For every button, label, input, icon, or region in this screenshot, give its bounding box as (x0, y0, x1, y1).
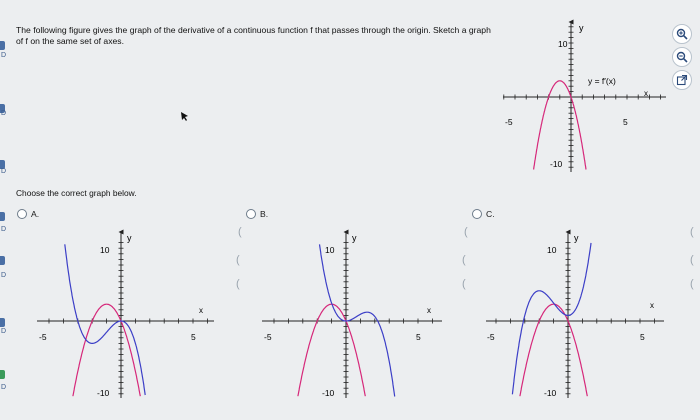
option-a-letter: A. (31, 209, 40, 219)
option-c[interactable]: C. (472, 209, 495, 219)
zoom-out-icon (676, 51, 688, 63)
derivative-curve (519, 303, 588, 397)
scroll-mark: ( (236, 254, 240, 266)
zoom-out-button[interactable] (672, 47, 692, 67)
y-tick-label: -10 (550, 159, 563, 169)
x-axis-label: x (427, 306, 431, 315)
graphs-layer: y x -5 5 10 -10 y = f′(x) y x -5 5 10 -1… (37, 19, 666, 398)
option-c-radio[interactable] (472, 209, 482, 219)
derivative-curve (533, 80, 587, 170)
option-a[interactable]: A. (17, 209, 39, 219)
x-axis-label: x (199, 306, 203, 315)
option-c-letter: C. (486, 209, 495, 219)
y-axis-label: y (574, 233, 579, 243)
scroll-mark: ( (690, 278, 694, 290)
x-tick-label: 5 (416, 332, 421, 342)
candidate-f-curve (318, 244, 396, 397)
popout-button[interactable] (672, 70, 692, 90)
x-tick-label: -5 (505, 117, 513, 127)
choose-prompt: Choose the correct graph below. (16, 188, 137, 198)
axis-ticks (495, 242, 655, 395)
y-axis-label: y (579, 23, 584, 33)
x-axis-label: x (650, 301, 654, 310)
candidate-f-curve (64, 244, 146, 396)
y-axis-label: y (352, 233, 357, 243)
scroll-mark: ( (690, 254, 694, 266)
option-b[interactable]: B. (246, 209, 268, 219)
y-tick-label: -10 (544, 388, 557, 398)
option-a-radio[interactable] (17, 209, 27, 219)
scroll-mark: ( (462, 278, 466, 290)
homework-page: D D D D D D D The following figure gives… (0, 0, 700, 420)
x-tick-label: 5 (623, 117, 628, 127)
x-axis-label: x (644, 89, 648, 98)
popout-icon (676, 74, 688, 86)
x-tick-label: -5 (264, 332, 272, 342)
scroll-mark: ( (236, 278, 240, 290)
y-axis-label: y (127, 233, 132, 243)
zoom-in-icon (676, 28, 688, 40)
scroll-mark: ( (464, 226, 468, 238)
y-tick-label: -10 (97, 388, 110, 398)
option-c-graph: y x -5 5 10 -10 (486, 229, 664, 398)
y-tick-label: 10 (100, 245, 110, 255)
scroll-mark: ( (238, 226, 242, 238)
option-b-graph: y x -5 5 10 -10 (262, 229, 442, 398)
option-b-radio[interactable] (246, 209, 256, 219)
y-tick-label: 10 (558, 39, 568, 49)
option-a-graph: y x -5 5 10 -10 (37, 229, 214, 398)
x-tick-label: 5 (191, 332, 196, 342)
axis-ticks (48, 242, 208, 395)
y-tick-label: 10 (325, 245, 335, 255)
mouse-cursor-icon (181, 112, 188, 121)
x-tick-label: -5 (487, 332, 495, 342)
x-tick-label: 5 (640, 332, 645, 342)
y-tick-label: 10 (547, 245, 557, 255)
main-derivative-graph: y x -5 5 10 -10 y = f′(x) (503, 19, 666, 172)
scroll-mark: ( (690, 226, 694, 238)
curve-label: y = f′(x) (588, 76, 616, 86)
scroll-mark: ( (462, 254, 466, 266)
zoom-in-button[interactable] (672, 24, 692, 44)
y-tick-label: -10 (322, 388, 335, 398)
x-tick-label: -5 (39, 332, 47, 342)
derivative-curve (72, 303, 141, 397)
option-b-letter: B. (260, 209, 269, 219)
